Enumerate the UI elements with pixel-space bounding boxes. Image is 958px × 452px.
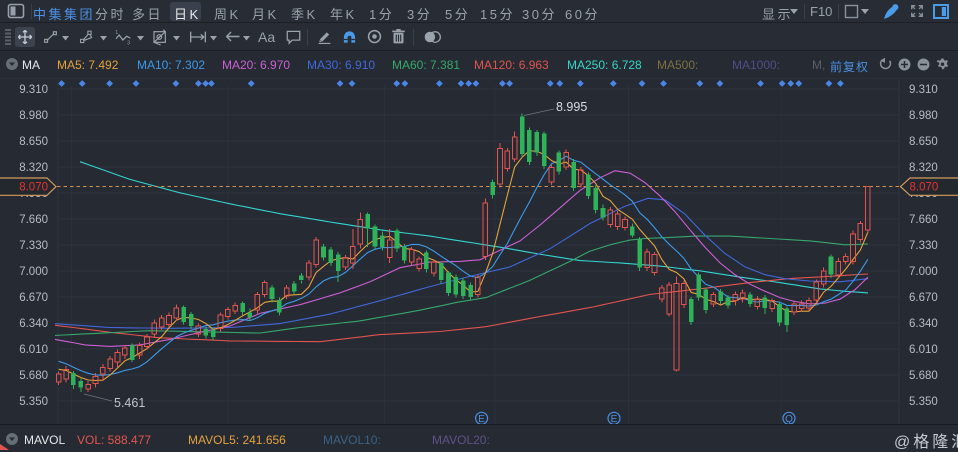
svg-text:8.980: 8.980	[19, 110, 48, 122]
svg-text:6.010: 6.010	[19, 344, 48, 356]
svg-text:8.320: 8.320	[19, 162, 48, 174]
svg-text:8.070: 8.070	[910, 182, 939, 194]
svg-text:7.000: 7.000	[19, 266, 48, 278]
svg-text:6.340: 6.340	[909, 318, 938, 330]
svg-text:8.650: 8.650	[909, 136, 938, 148]
svg-text:8.980: 8.980	[909, 110, 938, 122]
svg-text:5.350: 5.350	[909, 396, 938, 408]
svg-text:Q: Q	[785, 414, 793, 425]
svg-text:9.310: 9.310	[909, 84, 938, 96]
svg-text:6.670: 6.670	[19, 292, 48, 304]
svg-text:8.995: 8.995	[556, 100, 587, 114]
svg-text:5.350: 5.350	[19, 396, 48, 408]
svg-text:3: 3	[127, 40, 130, 46]
svg-text:8.650: 8.650	[19, 136, 48, 148]
svg-text:7.330: 7.330	[19, 240, 48, 252]
svg-text:8.070: 8.070	[19, 182, 48, 194]
svg-text:E: E	[478, 414, 485, 425]
svg-text:1: 1	[115, 30, 118, 36]
svg-text:5.680: 5.680	[909, 370, 938, 382]
svg-text:9.310: 9.310	[19, 84, 48, 96]
svg-text:E: E	[611, 414, 618, 425]
svg-text:7.330: 7.330	[909, 240, 938, 252]
svg-text:7.660: 7.660	[19, 214, 48, 226]
svg-text:6.340: 6.340	[19, 318, 48, 330]
svg-text:5.680: 5.680	[19, 370, 48, 382]
svg-text:5.461: 5.461	[114, 396, 145, 410]
svg-text:6.670: 6.670	[909, 292, 938, 304]
svg-text:7.000: 7.000	[909, 266, 938, 278]
svg-text:6.010: 6.010	[909, 344, 938, 356]
svg-text:7.660: 7.660	[909, 214, 938, 226]
svg-text:8.320: 8.320	[909, 162, 938, 174]
